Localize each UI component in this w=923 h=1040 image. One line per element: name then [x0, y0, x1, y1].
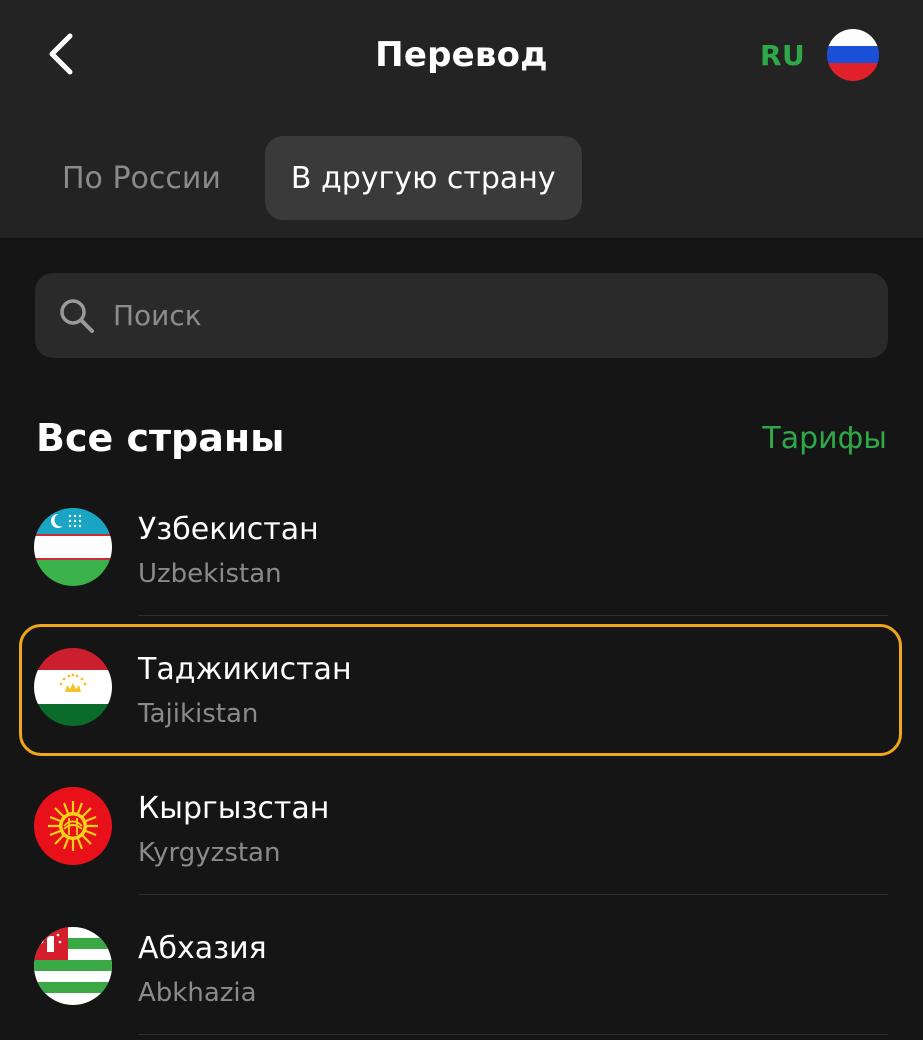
search-icon	[60, 298, 94, 333]
country-item-tajikistan[interactable]: Таджикистан Tajikistan	[0, 618, 923, 756]
country-item-uzbekistan[interactable]: Узбекистан Uzbekistan	[0, 478, 923, 616]
divider	[138, 894, 888, 895]
tajikistan-flag-icon	[34, 648, 112, 726]
country-name-en: Abkhazia	[138, 978, 257, 1008]
russia-flag-icon	[827, 29, 880, 81]
country-name-en: Uzbekistan	[138, 559, 282, 589]
abkhazia-flag-icon	[34, 927, 112, 1005]
language-code: RU	[760, 38, 806, 72]
search-field[interactable]	[35, 273, 888, 358]
transfer-tabs: По России В другую страну	[36, 136, 582, 220]
transfer-screen: Перевод RU По России В другую страну Все…	[0, 0, 923, 1040]
uzbekistan-flag-icon	[34, 508, 112, 586]
divider	[138, 615, 888, 616]
country-name: Узбекистан	[138, 512, 319, 547]
tariffs-link[interactable]: Тарифы	[762, 414, 887, 464]
country-name-en: Kyrgyzstan	[138, 838, 281, 868]
language-selector[interactable]: RU	[760, 29, 880, 81]
divider	[138, 1034, 888, 1035]
kyrgyzstan-flag-icon	[34, 787, 112, 865]
country-item-abkhazia[interactable]: Абхазия Abkhazia	[0, 897, 923, 1035]
section-title: Все страны	[36, 416, 285, 460]
country-item-kyrgyzstan[interactable]: Кыргызстан Kyrgyzstan	[0, 757, 923, 895]
tab-russia[interactable]: По России	[36, 136, 247, 220]
header: Перевод RU По России В другую страну	[0, 0, 923, 238]
tab-other-country[interactable]: В другую страну	[264, 136, 582, 220]
country-name-en: Tajikistan	[138, 699, 259, 729]
search-input[interactable]	[113, 285, 813, 346]
country-name: Таджикистан	[138, 652, 352, 687]
country-name: Абхазия	[138, 931, 267, 966]
country-name: Кыргызстан	[138, 791, 330, 826]
